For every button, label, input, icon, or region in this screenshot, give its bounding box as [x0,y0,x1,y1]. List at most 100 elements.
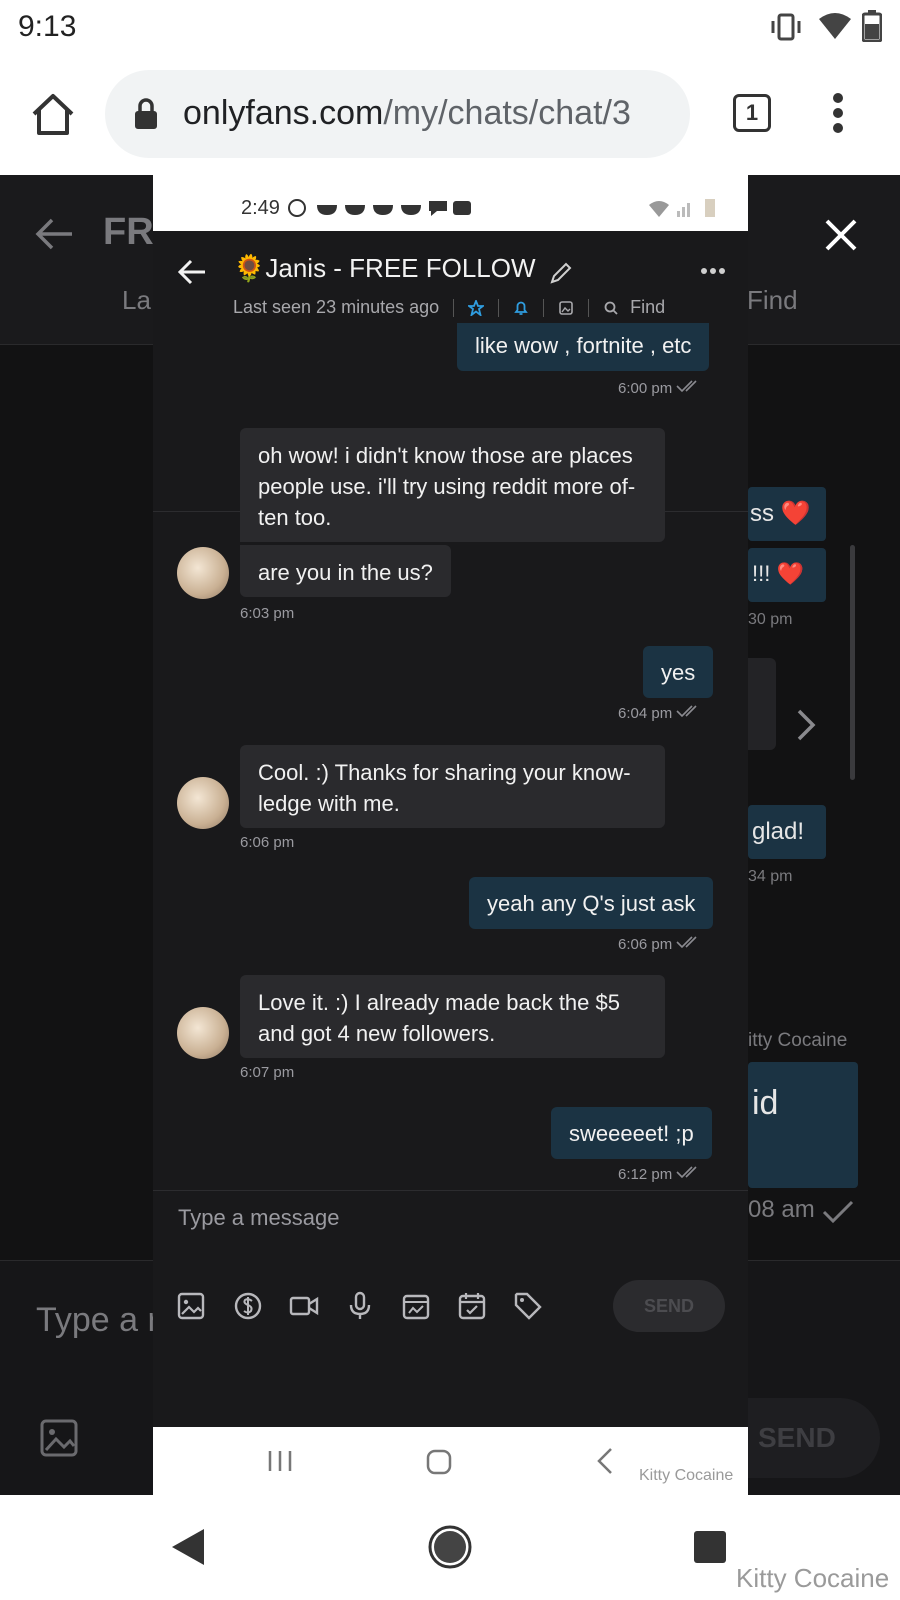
schedule-calendar-icon[interactable] [457,1291,487,1321]
outgoing-message: like wow , fortnite , etc [457,323,710,371]
time-text: 6:12 pm [618,1166,673,1183]
lock-icon [135,98,157,129]
wifi-icon [819,13,851,39]
background-send-button[interactable]: SEND [748,1398,880,1478]
background-card [748,658,776,750]
message-line: Cool. :) Thanks for sharing your know- [258,760,631,785]
background-tab: La [122,285,151,315]
message-time: 6:07 pm [240,1064,295,1081]
gallery-icon[interactable] [558,300,574,316]
bell-icon[interactable] [513,300,529,316]
header-subline: Last seen 23 minutes ago Find [233,297,665,318]
message-line: ten too. [258,505,332,530]
system-navigation-bar: Kitty Cocaine [0,1495,900,1600]
message-line: people use. i'll try using reddit more o… [258,474,636,499]
watermark: Kitty Cocaine [736,1563,890,1593]
recent-apps-icon[interactable] [267,1449,293,1473]
composer-divider [153,1190,748,1191]
message-input[interactable]: Type a message [178,1205,339,1231]
image-icon[interactable] [40,1419,78,1457]
background-time: 34 pm [748,868,793,885]
home-button-icon[interactable] [426,1449,452,1475]
background-bubble: !!! ❤️ [748,548,826,602]
star-icon[interactable] [466,298,486,318]
back-button-icon[interactable] [596,1447,614,1475]
background-input-placeholder: Type a r [36,1301,159,1339]
inner-navigation-bar: Kitty Cocaine [153,1427,748,1495]
back-arrow-icon[interactable] [177,259,207,285]
url-text: onlyfans.com/my/chats/chat/3 [183,94,631,133]
close-icon[interactable] [824,218,858,252]
avatar[interactable] [177,1007,229,1059]
avatar[interactable] [177,547,229,599]
message-line: ledge with me. [258,791,400,816]
time-text: 6:06 pm [618,936,673,953]
background-time: 08 am [748,1196,815,1223]
notification-icons [288,199,471,217]
message-time: 6:04 pm [618,704,702,722]
url-host: onlyfans.com [183,94,384,132]
url-bar[interactable]: onlyfans.com/my/chats/chat/3 [105,70,690,158]
message-time: 6:12 pm [618,1165,702,1183]
last-seen-text: Last seen 23 minutes ago [233,297,440,317]
background-time: 30 pm [748,611,793,628]
double-check-icon [676,1166,697,1179]
send-button[interactable]: SEND [613,1280,725,1332]
image-upload-icon[interactable] [176,1291,206,1321]
message-time: 6:06 pm [618,935,702,953]
message-time: 6:06 pm [240,834,295,851]
outgoing-message: yes [643,646,714,698]
find-label[interactable]: Find [630,297,665,317]
pencil-edit-icon[interactable] [549,261,573,285]
vibrate-icon [771,13,801,41]
contact-name[interactable]: 🌻Janis - FREE FOLLOW [233,253,536,284]
vault-icon[interactable] [401,1291,431,1321]
search-icon[interactable] [603,300,619,316]
double-check-icon [676,380,697,393]
incoming-message: are you in the us? [240,545,451,597]
microphone-icon[interactable] [345,1291,375,1321]
url-path: /my/chats/chat/3 [383,94,631,132]
tab-switcher-button[interactable]: 1 [733,94,771,132]
more-menu-icon[interactable] [832,92,844,134]
background-sender-name: itty Cocaine [748,1030,848,1051]
message-line: oh wow! i didn't know those are places [258,443,633,468]
time-text: 6:04 pm [618,705,673,722]
message-time: 6:00 pm [618,379,702,397]
message-line: Love it. :) I already made back the $5 [258,990,620,1015]
avatar[interactable] [177,777,229,829]
back-arrow-icon[interactable] [34,217,74,251]
double-check-icon [676,936,697,949]
battery-icon [862,10,882,42]
chevron-right-icon[interactable] [796,708,816,742]
message-time: 6:03 pm [240,605,295,622]
inner-screenshot: 2:49 🌻Janis - FREE FOLLOW Last seen 23 m… [153,175,748,1495]
outgoing-message: yeah any Q's just ask [469,877,714,929]
system-status-bar: 9:13 [0,0,900,54]
dollar-tip-icon[interactable] [233,1291,263,1321]
background-bubble: glad! [748,805,826,859]
time-text: 6:00 pm [618,380,673,397]
status-time: 9:13 [18,10,77,43]
inner-status-time: 2:49 [241,197,280,219]
inner-status-bar: 2:49 [153,175,748,231]
more-options-icon[interactable] [700,267,726,275]
home-icon[interactable] [30,92,76,136]
background-scrollbar[interactable] [850,545,855,780]
message-line: and got 4 new followers. [258,1021,496,1046]
home-button-icon[interactable] [428,1525,472,1569]
inner-system-icons [649,199,715,217]
double-check-icon [676,705,697,718]
outgoing-message: sweeeeet! ;p [551,1107,712,1159]
read-check-icon [822,1200,854,1224]
price-tag-icon[interactable] [513,1291,543,1321]
background-find: Find [747,285,798,315]
inner-watermark: Kitty Cocaine [639,1467,734,1484]
incoming-message: Cool. :) Thanks for sharing your know- l… [240,745,665,828]
background-title: FR [103,211,154,253]
browser-toolbar: onlyfans.com/my/chats/chat/3 1 [0,54,900,175]
video-icon[interactable] [289,1291,319,1321]
back-button-icon[interactable] [170,1527,206,1567]
background-bubble: id [748,1062,858,1188]
recent-apps-icon[interactable] [692,1529,728,1565]
